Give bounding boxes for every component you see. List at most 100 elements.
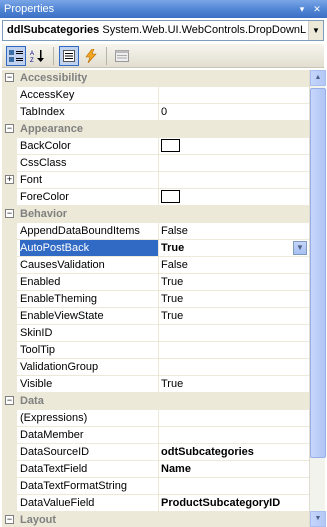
property-row[interactable]: EnableViewState True (2, 308, 309, 325)
categorized-button[interactable] (6, 45, 26, 66)
svg-text:A: A (30, 51, 34, 57)
property-value[interactable]: False (161, 257, 309, 273)
column-divider (158, 189, 159, 205)
column-divider (158, 274, 159, 290)
property-row[interactable]: ValidationGroup (2, 359, 309, 376)
property-name: Font (20, 174, 43, 186)
property-row[interactable]: BackColor (2, 138, 309, 155)
category-header[interactable]: − Behavior (2, 206, 309, 223)
property-row[interactable]: ToolTip (2, 342, 309, 359)
property-value-text: True (161, 293, 184, 305)
property-pages-button[interactable] (112, 46, 132, 66)
close-button[interactable]: ✕ (310, 2, 324, 16)
property-value[interactable]: Name (161, 461, 309, 477)
collapse-icon[interactable]: − (5, 124, 14, 133)
property-value[interactable]: True (161, 308, 309, 324)
category-header[interactable]: − Layout (2, 512, 309, 527)
events-button[interactable] (81, 46, 101, 66)
row-gutter (2, 325, 17, 342)
collapse-icon[interactable]: − (5, 73, 14, 82)
column-divider (158, 87, 159, 103)
property-row[interactable]: + Font (2, 172, 309, 189)
property-value[interactable]: True (161, 291, 309, 307)
property-row[interactable]: CssClass (2, 155, 309, 172)
column-divider (158, 138, 159, 154)
property-row[interactable]: DataMember (2, 427, 309, 444)
collapse-icon[interactable]: − (5, 209, 14, 218)
property-row[interactable]: EnableTheming True (2, 291, 309, 308)
row-gutter (2, 223, 17, 240)
row-gutter (2, 427, 17, 444)
property-row[interactable]: AppendDataBoundItems False (2, 223, 309, 240)
expand-icon[interactable]: + (5, 175, 14, 184)
property-value-text: Name (161, 463, 191, 475)
property-value[interactable] (161, 325, 309, 341)
property-value[interactable]: True (161, 240, 309, 256)
property-value[interactable] (161, 478, 309, 494)
chevron-down-icon[interactable]: ▼ (293, 241, 307, 255)
property-row[interactable]: AccessKey (2, 87, 309, 104)
property-row[interactable]: (Expressions) (2, 410, 309, 427)
column-divider (158, 257, 159, 273)
property-value[interactable] (161, 155, 309, 171)
chevron-down-icon[interactable]: ▼ (308, 21, 323, 40)
property-row[interactable]: SkinID (2, 325, 309, 342)
property-value[interactable]: True (161, 274, 309, 290)
property-value[interactable] (161, 342, 309, 358)
property-row[interactable]: Enabled True (2, 274, 309, 291)
property-value[interactable]: True (161, 376, 309, 392)
column-divider (158, 461, 159, 477)
collapse-icon[interactable]: − (5, 396, 14, 405)
row-gutter (2, 461, 17, 478)
scroll-down-button[interactable]: ▼ (310, 511, 326, 527)
property-grid[interactable]: − Accessibility AccessKey TabIndex 0− Appeara… (2, 70, 309, 527)
property-value[interactable]: 0 (161, 104, 309, 120)
property-row[interactable]: DataValueField ProductSubcategoryID (2, 495, 309, 512)
category-label: Appearance (20, 123, 83, 135)
property-name: CausesValidation (20, 259, 105, 271)
property-row[interactable]: CausesValidation False (2, 257, 309, 274)
property-name: EnableTheming (20, 293, 98, 305)
property-row[interactable]: DataTextFormatString (2, 478, 309, 495)
property-value[interactable] (161, 189, 309, 205)
category-header[interactable]: − Accessibility (2, 70, 309, 87)
property-value[interactable]: ProductSubcategoryID (161, 495, 309, 511)
property-row[interactable]: DataTextField Name (2, 461, 309, 478)
category-header[interactable]: − Data (2, 393, 309, 410)
property-value-text: odtSubcategories (161, 446, 254, 458)
property-value[interactable]: odtSubcategories (161, 444, 309, 460)
property-value-text: True (161, 242, 185, 254)
property-value[interactable] (161, 410, 309, 426)
property-row[interactable]: AutoPostBack True ▼ (2, 240, 309, 257)
property-name: DataTextField (20, 463, 88, 475)
properties-toolbar: A Z (2, 44, 324, 68)
properties-button[interactable] (59, 45, 79, 66)
object-selector[interactable]: ddlSubcategories System.Web.UI.WebContro… (2, 20, 324, 41)
property-value[interactable] (161, 427, 309, 443)
scroll-up-button[interactable]: ▲ (310, 70, 326, 86)
property-value[interactable]: False (161, 223, 309, 239)
property-name: (Expressions) (20, 412, 88, 424)
property-value-text: False (161, 225, 188, 237)
scroll-thumb[interactable] (310, 88, 326, 458)
property-name: Visible (20, 378, 53, 390)
window-menu-button[interactable]: ▾ (295, 2, 309, 16)
alphabetical-button[interactable]: A Z (28, 46, 48, 66)
color-swatch (161, 139, 180, 152)
property-value-text: ProductSubcategoryID (161, 497, 281, 509)
property-row[interactable]: ForeColor (2, 189, 309, 206)
property-name: ForeColor (20, 191, 69, 203)
category-header[interactable]: − Appearance (2, 121, 309, 138)
property-value[interactable] (161, 138, 309, 154)
column-divider (158, 325, 159, 341)
property-row[interactable]: DataSourceID odtSubcategories (2, 444, 309, 461)
property-value[interactable] (161, 87, 309, 103)
vertical-scrollbar[interactable]: ▲ ▼ (309, 70, 326, 527)
column-divider (158, 427, 159, 443)
property-row[interactable]: Visible True (2, 376, 309, 393)
row-gutter (2, 359, 17, 376)
collapse-icon[interactable]: − (5, 515, 14, 524)
property-value[interactable] (161, 359, 309, 375)
property-value[interactable] (161, 172, 309, 188)
property-row[interactable]: TabIndex 0 (2, 104, 309, 121)
